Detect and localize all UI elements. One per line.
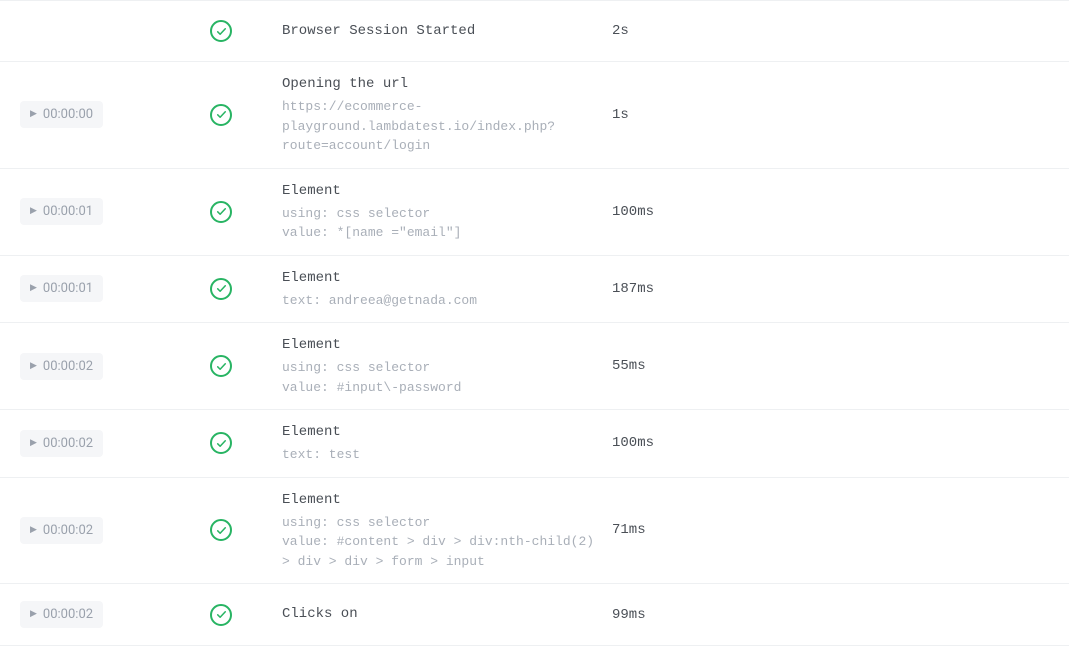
description-cell: Clicks on	[282, 604, 612, 625]
timestamp-text: 00:00:02	[43, 359, 93, 374]
step-row: ▶ 00:00:02 Elementusing: css selector valu…	[0, 478, 1069, 585]
timestamp-cell: ▶ 00:00:02	[20, 353, 210, 380]
status-pass-icon	[210, 519, 232, 541]
duration-cell: 99ms	[612, 607, 1069, 623]
play-icon: ▶	[30, 610, 37, 619]
step-row: ▶ 00:00:01 Elementtext: andreea@getnada.co…	[0, 256, 1069, 324]
step-row: Browser Session Started 2s	[0, 0, 1069, 62]
status-pass-icon	[210, 278, 232, 300]
description-cell: Opening the urlhttps://ecommerce-playgro…	[282, 74, 612, 156]
step-title: Element	[282, 268, 596, 289]
timestamp-chip[interactable]: ▶ 00:00:02	[20, 353, 103, 380]
step-row: ▶ 00:00:02 Elementusing: css selector valu…	[0, 323, 1069, 410]
timestamp-cell: ▶ 00:00:00	[20, 101, 210, 128]
timestamp-text: 00:00:02	[43, 436, 93, 451]
step-meta: using: css selector value: #content > di…	[282, 513, 596, 572]
step-meta: text: andreea@getnada.com	[282, 291, 596, 311]
play-icon: ▶	[30, 439, 37, 448]
description-cell: Elementusing: css selector value: #input…	[282, 335, 612, 397]
status-cell	[210, 519, 282, 541]
step-title: Element	[282, 335, 596, 356]
status-pass-icon	[210, 201, 232, 223]
timestamp-chip[interactable]: ▶ 00:00:01	[20, 275, 103, 302]
status-cell	[210, 355, 282, 377]
status-cell	[210, 201, 282, 223]
status-cell	[210, 604, 282, 626]
timestamp-cell: ▶ 00:00:01	[20, 198, 210, 225]
status-pass-icon	[210, 432, 232, 454]
timestamp-chip[interactable]: ▶ 00:00:02	[20, 430, 103, 457]
timestamp-chip[interactable]: ▶ 00:00:01	[20, 198, 103, 225]
timestamp-chip[interactable]: ▶ 00:00:00	[20, 101, 103, 128]
status-cell	[210, 104, 282, 126]
play-icon: ▶	[30, 362, 37, 371]
description-cell: Elementtext: test	[282, 422, 612, 465]
play-icon: ▶	[30, 207, 37, 216]
step-title: Opening the url	[282, 74, 596, 95]
status-pass-icon	[210, 604, 232, 626]
duration-cell: 187ms	[612, 281, 1069, 297]
play-icon: ▶	[30, 526, 37, 535]
step-row: ▶ 00:00:02 Clicks on 99ms	[0, 584, 1069, 646]
step-meta: using: css selector value: *[name ="emai…	[282, 204, 596, 243]
status-pass-icon	[210, 355, 232, 377]
status-cell	[210, 432, 282, 454]
timestamp-text: 00:00:01	[43, 204, 93, 219]
status-pass-icon	[210, 20, 232, 42]
step-row: ▶ 00:00:00 Opening the urlhttps://ecommerc…	[0, 62, 1069, 169]
timestamp-text: 00:00:02	[43, 523, 93, 538]
status-pass-icon	[210, 104, 232, 126]
step-row: ▶00:00:02Elementtext: test100ms	[0, 410, 1069, 478]
play-icon: ▶	[30, 110, 37, 119]
step-title: Element	[282, 422, 596, 443]
timestamp-text: 00:00:01	[43, 281, 93, 296]
timestamp-cell: ▶ 00:00:01	[20, 275, 210, 302]
duration-cell: 2s	[612, 23, 1069, 39]
step-title: Clicks on	[282, 604, 596, 625]
play-icon: ▶	[30, 284, 37, 293]
description-cell: Browser Session Started	[282, 21, 612, 42]
step-title: Element	[282, 490, 596, 511]
status-cell	[210, 278, 282, 300]
step-row: ▶ 00:00:01 Elementusing: css selector valu…	[0, 169, 1069, 256]
status-cell	[210, 20, 282, 42]
description-cell: Elementusing: css selector value: *[name…	[282, 181, 612, 243]
step-meta: text: test	[282, 445, 596, 465]
timestamp-cell: ▶ 00:00:02	[20, 601, 210, 628]
description-cell: Elementusing: css selector value: #conte…	[282, 490, 612, 572]
timestamp-chip[interactable]: ▶ 00:00:02	[20, 601, 103, 628]
description-cell: Elementtext: andreea@getnada.com	[282, 268, 612, 311]
step-meta: https://ecommerce-playground.lambdatest.…	[282, 97, 596, 156]
timestamp-text: 00:00:02	[43, 607, 93, 622]
duration-cell: 1s	[612, 107, 1069, 123]
duration-cell: 100ms	[612, 435, 1069, 451]
duration-cell: 71ms	[612, 522, 1069, 538]
step-title: Browser Session Started	[282, 21, 596, 42]
duration-cell: 55ms	[612, 358, 1069, 374]
duration-cell: 100ms	[612, 204, 1069, 220]
timestamp-text: 00:00:00	[43, 107, 93, 122]
timestamp-cell: ▶ 00:00:02	[20, 430, 210, 457]
step-title: Element	[282, 181, 596, 202]
step-meta: using: css selector value: #input\-passw…	[282, 358, 596, 397]
